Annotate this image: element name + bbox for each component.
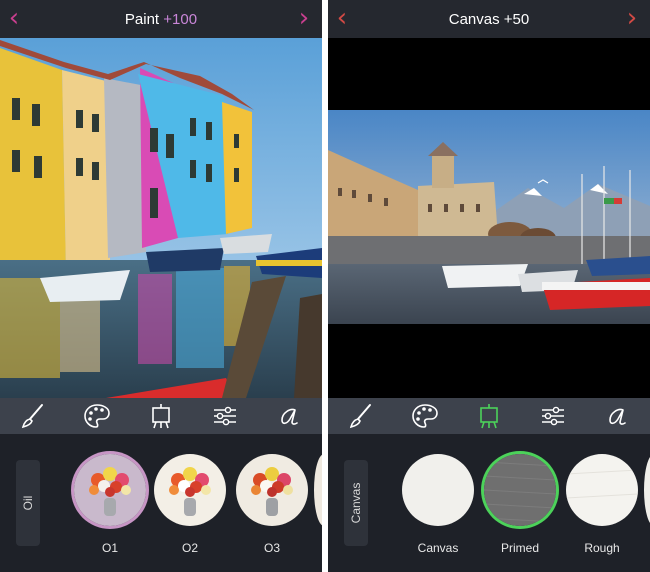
top-nav-bar: ‹ Paint +100 › <box>0 0 322 38</box>
preset-primed-thumbnail[interactable] <box>484 454 556 526</box>
preset-o1-thumbnail[interactable] <box>74 454 146 526</box>
preset-label: Canvas <box>417 541 459 555</box>
screen-title: Paint +100 <box>0 11 322 28</box>
preset-label: Rough <box>584 541 620 555</box>
preset-o2-thumbnail[interactable] <box>154 454 226 526</box>
easel-icon[interactable] <box>474 401 504 431</box>
easel-icon[interactable] <box>146 401 176 431</box>
preset-label: O3 <box>263 541 280 555</box>
category-tab[interactable]: Oil <box>16 460 40 546</box>
category-label: Canvas <box>349 482 363 524</box>
palette-icon[interactable] <box>410 401 440 431</box>
preset-label: Primed <box>500 541 539 555</box>
title-value: +100 <box>163 11 198 28</box>
top-nav-bar: ‹ Canvas +50 › <box>328 0 650 38</box>
category-tab[interactable]: Canvas <box>344 460 368 546</box>
brush-icon[interactable] <box>346 401 376 431</box>
sliders-icon[interactable] <box>538 401 568 431</box>
next-arrow-icon[interactable]: › <box>292 5 316 32</box>
preset-o3-thumbnail[interactable] <box>236 454 308 526</box>
tool-bar <box>328 398 650 434</box>
preset-partial-thumbnail[interactable] <box>644 454 650 526</box>
category-label: Oil <box>21 495 35 511</box>
preset-partial-thumbnail[interactable] <box>314 454 322 526</box>
script-a-icon[interactable] <box>602 401 632 431</box>
canal-painting-image <box>0 38 322 398</box>
title-label: Paint <box>124 11 160 28</box>
title-value: +50 <box>503 11 530 28</box>
preset-rough-thumbnail[interactable] <box>566 454 638 526</box>
palette-icon[interactable] <box>82 401 112 431</box>
next-arrow-icon[interactable]: › <box>620 5 644 32</box>
preset-canvas-thumbnail[interactable] <box>402 454 474 526</box>
screen-title: Canvas +50 <box>328 11 650 28</box>
paint-screen: ‹ Paint +100 › Oil O1 O2 O3 <box>0 0 322 572</box>
preset-label: O1 <box>101 541 118 555</box>
preset-label: O2 <box>181 541 198 555</box>
title-label: Canvas <box>448 11 500 28</box>
tool-bar <box>0 398 322 434</box>
sliders-icon[interactable] <box>210 401 240 431</box>
preset-tray: Canvas Canvas Primed Rough <box>328 434 650 572</box>
script-a-icon[interactable] <box>274 401 304 431</box>
preset-tray: Oil O1 O2 O3 <box>0 434 322 572</box>
harbor-painting-image <box>328 38 650 398</box>
brush-icon[interactable] <box>18 401 48 431</box>
canvas-screen: ‹ Canvas +50 › Canvas Canvas Primed Roug… <box>328 0 650 572</box>
